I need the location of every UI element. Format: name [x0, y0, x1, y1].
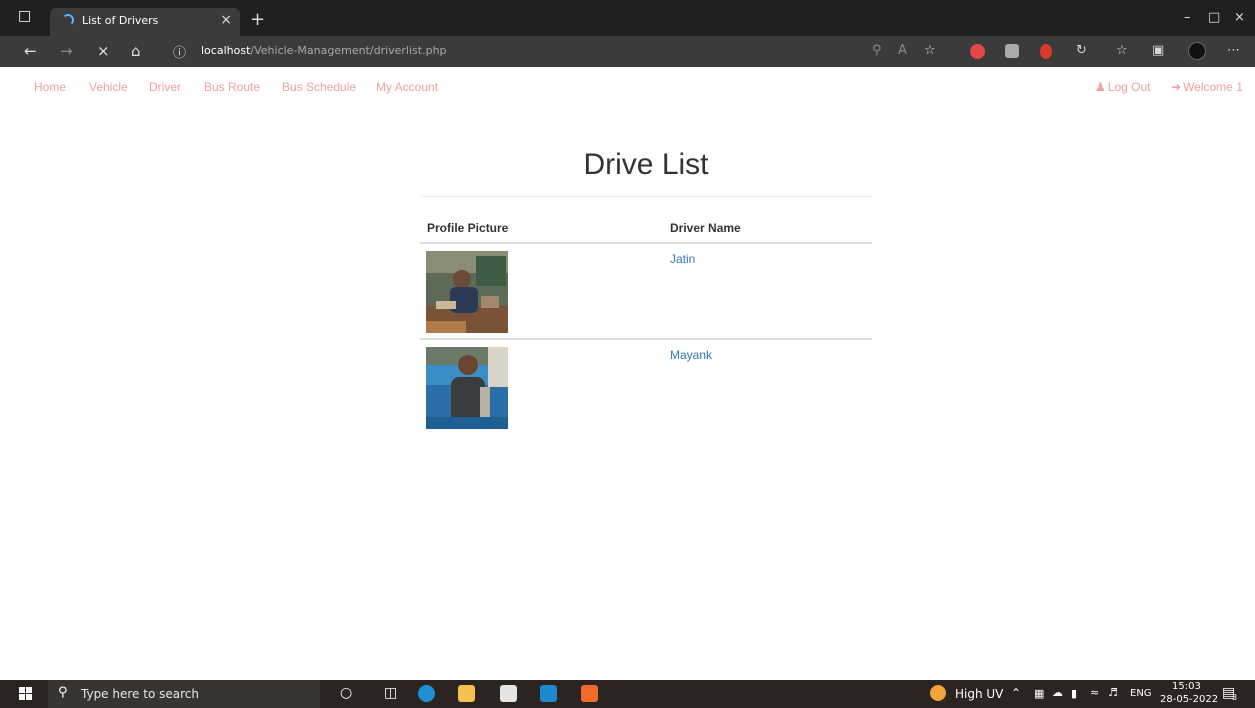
site-info-icon[interactable]: ⓘ [173, 42, 186, 61]
refresh-extension-icon[interactable]: ↻ [1076, 43, 1087, 58]
collections-icon[interactable]: ▣ [1152, 43, 1164, 58]
cortana-icon[interactable]: ○ [340, 685, 352, 701]
header-divider [420, 242, 872, 244]
weather-icon[interactable] [930, 685, 946, 701]
user-icon: ♟ [1095, 80, 1106, 94]
minimize-icon[interactable]: – [1184, 10, 1191, 25]
mail-icon[interactable] [540, 685, 557, 702]
loading-spinner-icon [62, 14, 74, 26]
driver-name-link[interactable]: Mayank [670, 348, 712, 362]
profile-avatar-icon[interactable] [1188, 42, 1206, 60]
new-tab-icon[interactable]: + [250, 9, 265, 30]
windows-start-icon[interactable] [19, 687, 33, 701]
address-toolbar: ← → × ⌂ ⓘ localhost/Vehicle-Management/d… [0, 36, 1255, 67]
volume-icon[interactable]: ♬ [1108, 686, 1118, 699]
welcome-link[interactable]: ➜ Welcome 1 [1171, 80, 1243, 94]
stop-loading-icon[interactable]: × [97, 42, 110, 60]
url-host: localhost [201, 44, 251, 57]
url-text: localhost/Vehicle-Management/driverlist.… [201, 44, 447, 57]
driver-profile-picture [426, 251, 508, 333]
logout-link[interactable]: ♟ Log Out [1095, 80, 1150, 94]
windows-taskbar: ⚲ Type here to search ○ ◫ High UV ⌃ ▦ ☁ … [0, 680, 1255, 708]
more-options-icon[interactable]: ⋯ [1227, 43, 1240, 58]
nav-driver[interactable]: Driver [149, 80, 181, 94]
nav-my-account[interactable]: My Account [376, 80, 438, 94]
forward-icon[interactable]: → [60, 42, 73, 60]
home-icon[interactable]: ⌂ [131, 42, 141, 60]
read-aloud-icon[interactable]: A [898, 43, 907, 58]
nav-home[interactable]: Home [34, 80, 66, 94]
site-navbar: Home Vehicle Driver Bus Route Bus Schedu… [0, 67, 1255, 107]
logout-label: Log Out [1107, 80, 1151, 94]
driver-profile-picture [426, 347, 508, 429]
search-placeholder: Type here to search [81, 687, 199, 701]
title-divider [420, 196, 872, 197]
weather-text[interactable]: High UV [955, 687, 1003, 701]
key-icon[interactable]: ⚲ [872, 43, 882, 58]
welcome-label: Welcome 1 [1183, 80, 1243, 94]
nav-bus-schedule[interactable]: Bus Schedule [282, 80, 356, 94]
show-hidden-icons[interactable]: ⌃ [1011, 686, 1021, 700]
nav-vehicle[interactable]: Vehicle [89, 80, 128, 94]
extension-red-icon[interactable] [970, 44, 985, 59]
language-indicator[interactable]: ENG [1130, 688, 1152, 699]
xampp-icon[interactable] [581, 685, 598, 702]
tab-actions-icon[interactable]: □ [18, 8, 31, 24]
clock-date[interactable]: 28-05-2022 [1160, 694, 1218, 705]
extension-shield-icon[interactable] [1040, 44, 1052, 59]
back-icon[interactable]: ← [24, 42, 37, 60]
column-header-profile-picture: Profile Picture [427, 221, 509, 235]
wifi-icon[interactable]: ≈ [1090, 686, 1099, 699]
close-window-icon[interactable]: × [1234, 10, 1245, 25]
onedrive-icon[interactable]: ☁ [1052, 686, 1063, 699]
store-icon[interactable] [500, 685, 517, 702]
task-view-icon[interactable]: ◫ [384, 685, 397, 701]
url-path: /Vehicle-Management/driverlist.php [250, 44, 447, 57]
driver-name-link[interactable]: Jatin [670, 252, 695, 266]
browser-tab[interactable]: List of Drivers × [50, 8, 240, 36]
clock-time[interactable]: 15:03 [1172, 681, 1201, 692]
tray-app-icon[interactable]: ▦ [1034, 687, 1044, 700]
edge-browser-icon[interactable] [418, 685, 435, 702]
page-title: Drive List [583, 148, 709, 181]
search-icon: ⚲ [58, 685, 68, 700]
favorites-bar-icon[interactable]: ☆ [1116, 43, 1128, 58]
row-divider [420, 338, 872, 340]
notification-count: 3 [1232, 693, 1238, 702]
address-bar[interactable]: ⓘ localhost/Vehicle-Management/driverlis… [165, 40, 865, 63]
close-tab-icon[interactable]: × [220, 12, 232, 28]
extension-gray-icon[interactable] [1005, 44, 1019, 58]
login-icon: ➜ [1171, 80, 1182, 94]
favorite-icon[interactable]: ☆ [924, 43, 936, 58]
tab-title: List of Drivers [82, 14, 159, 27]
taskbar-search-input[interactable]: ⚲ Type here to search [48, 680, 320, 708]
column-header-driver-name: Driver Name [670, 221, 741, 235]
nav-bus-route[interactable]: Bus Route [204, 80, 260, 94]
file-explorer-icon[interactable] [458, 685, 475, 702]
battery-icon[interactable]: ▮ [1071, 687, 1077, 700]
maximize-icon[interactable]: □ [1208, 10, 1220, 25]
browser-tab-bar: □ List of Drivers × + – □ × [0, 0, 1255, 36]
